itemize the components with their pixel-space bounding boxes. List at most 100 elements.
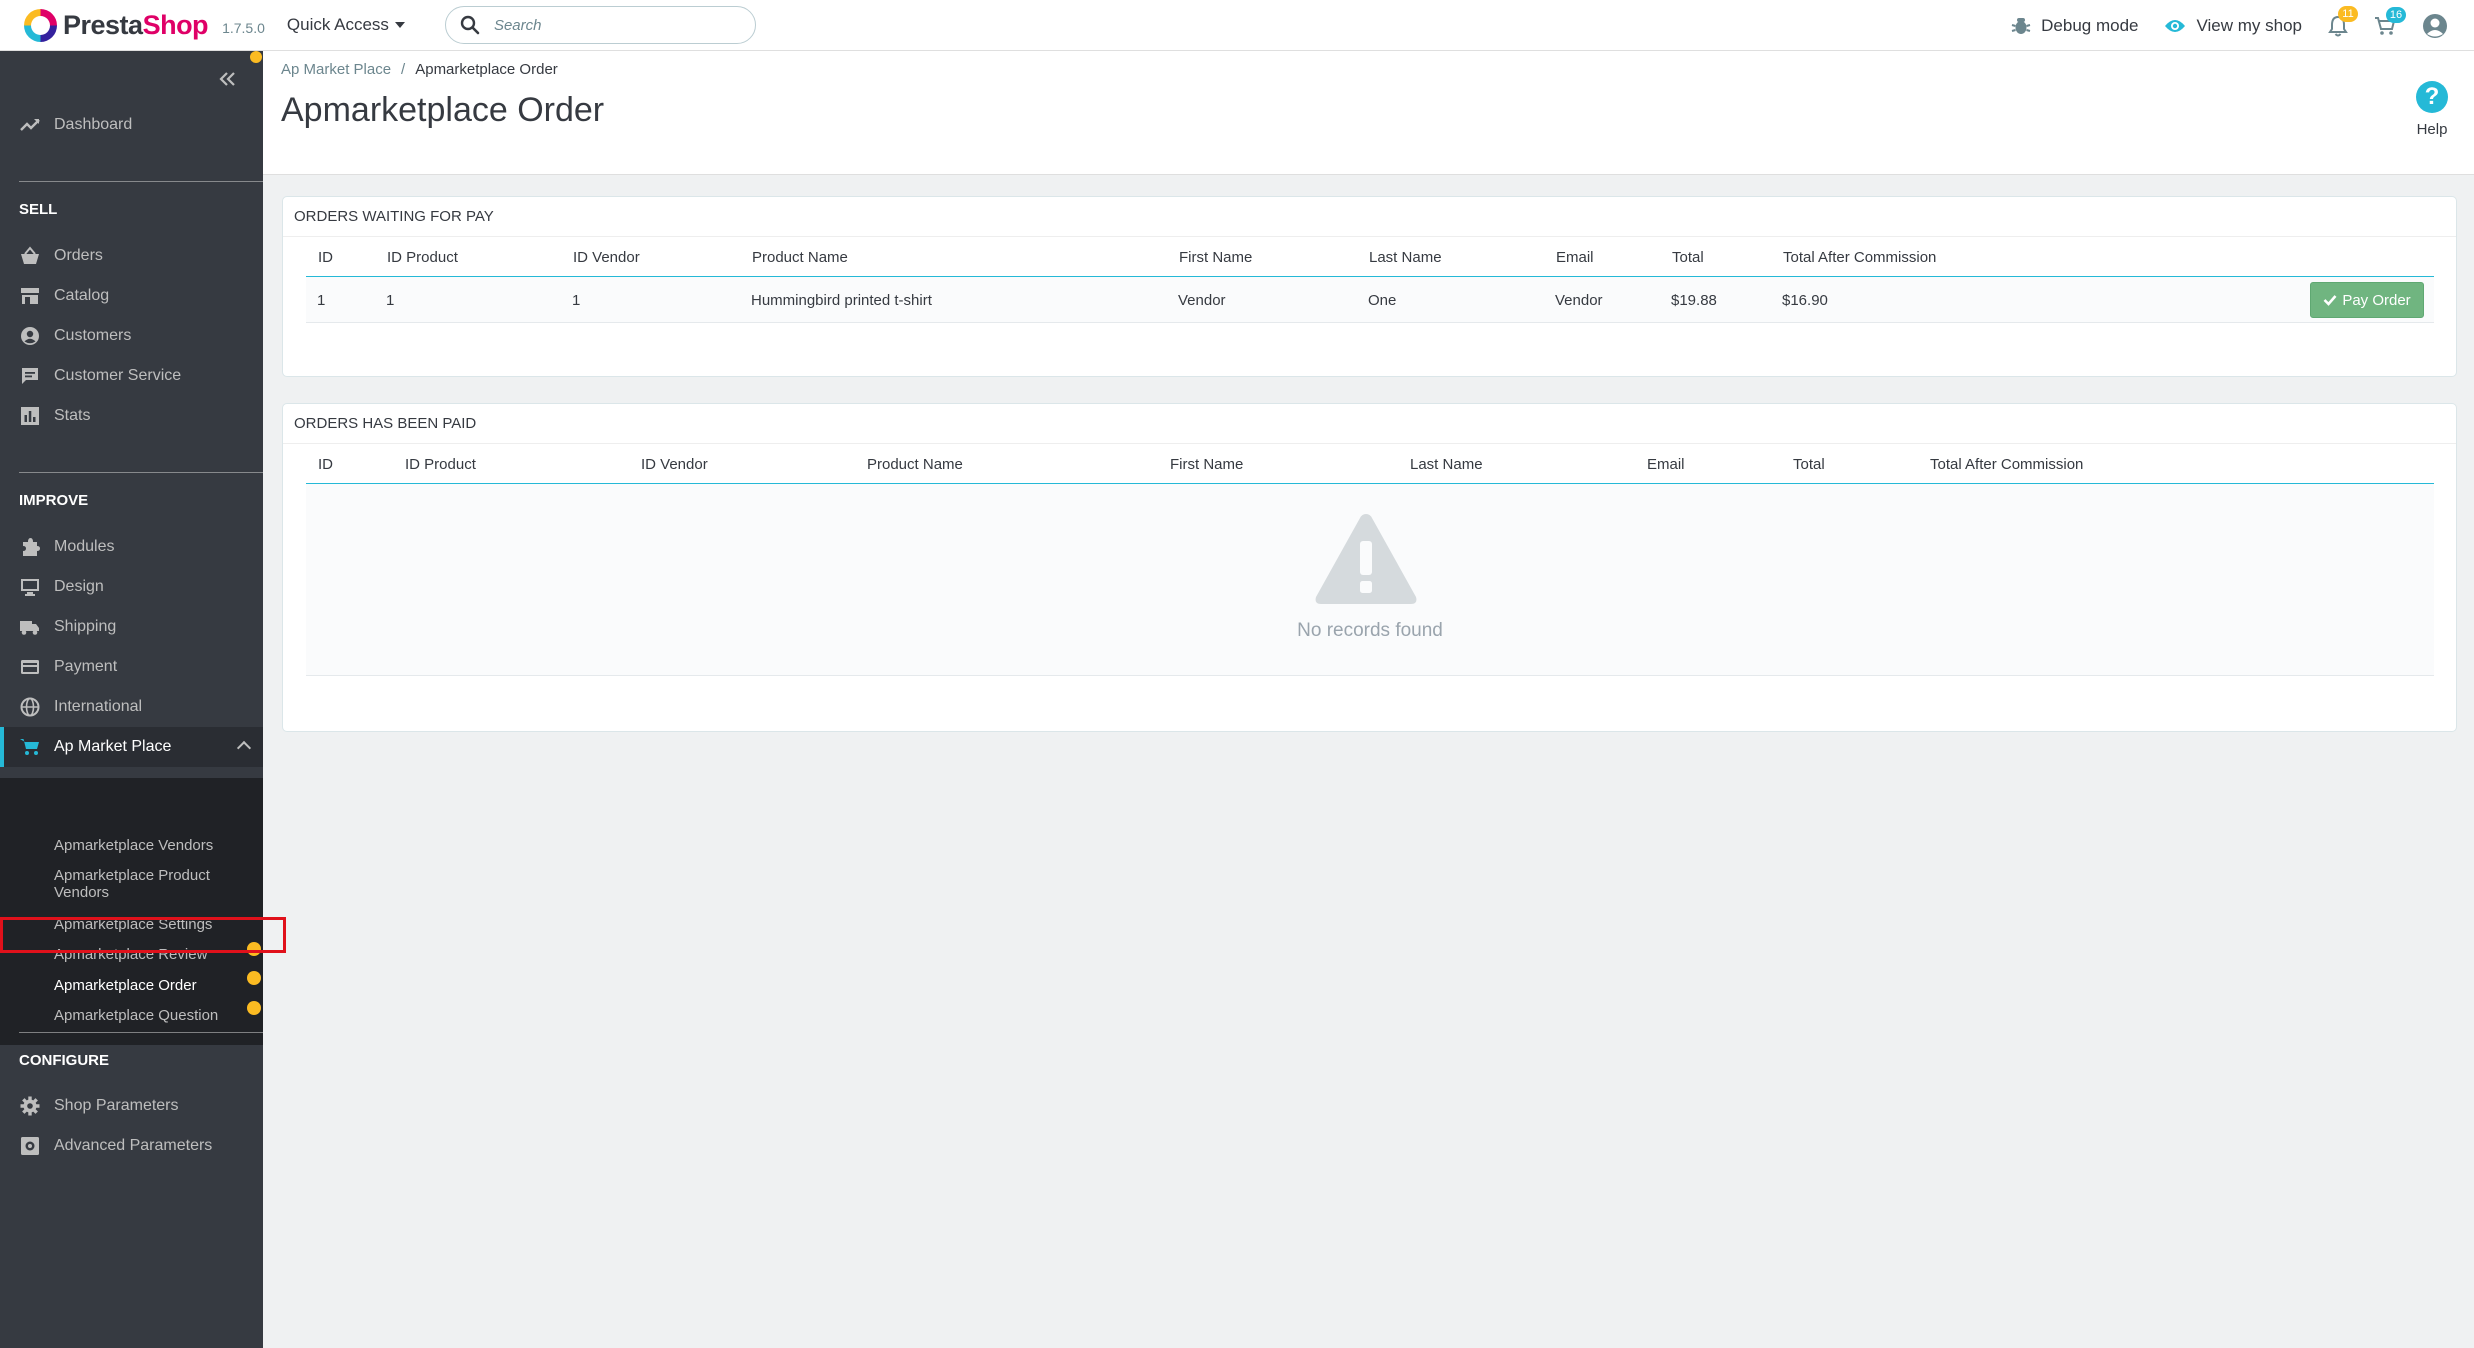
sidebar-item-payment[interactable]: Payment [0, 647, 263, 687]
sidebar-item-orders[interactable]: Orders [0, 236, 263, 276]
cart-badge: 16 [2386, 6, 2406, 23]
sidebar-item-ap-market-place[interactable]: Ap Market Place [0, 727, 263, 767]
page-title: Apmarketplace Order [281, 91, 605, 129]
submenu-item-order[interactable]: Apmarketplace Order [54, 977, 254, 994]
breadcrumb-parent-link[interactable]: Ap Market Place [281, 61, 391, 78]
sell-section-title: SELL [19, 201, 58, 218]
sidebar-item-catalog[interactable]: Catalog [0, 276, 263, 316]
sidebar-item-modules[interactable]: Modules [0, 527, 263, 567]
trending-up-icon [20, 119, 40, 131]
view-my-shop-link[interactable]: View my shop [2164, 16, 2302, 36]
column-header: Total [1672, 249, 1704, 266]
account-circle-icon [21, 327, 39, 345]
chevron-up-icon [236, 740, 252, 756]
search-box[interactable] [444, 6, 756, 44]
prestashop-logo[interactable]: PrestaShop [24, 8, 209, 42]
quick-access-label: Quick Access [286, 15, 389, 34]
sidebar-item-customer-service[interactable]: Customer Service [0, 356, 263, 396]
section-divider [19, 472, 263, 473]
sidebar-item-dashboard[interactable]: Dashboard [0, 105, 263, 145]
configure-section-title: CONFIGURE [19, 1052, 109, 1069]
check-icon [2323, 295, 2337, 306]
submenu-item-vendors[interactable]: Apmarketplace Vendors [54, 837, 254, 854]
quick-access-dropdown[interactable]: Quick Access [287, 15, 405, 35]
help-button[interactable]: ? Help [2416, 81, 2448, 138]
debug-mode-label: Debug mode [2041, 15, 2139, 35]
submenu-item-question[interactable]: Apmarketplace Question [54, 1007, 254, 1024]
column-header: ID [318, 249, 333, 266]
credit-card-icon [21, 660, 39, 674]
column-header: Email [1556, 249, 1594, 266]
cell-id: 1 [317, 292, 326, 309]
page-toolbar: Ap Market Place / Apmarketplace Order Ap… [263, 51, 2474, 175]
sidebar-item-label: Ap Market Place [54, 738, 172, 755]
warning-icon [1315, 514, 1417, 604]
sidebar-item-customers[interactable]: Customers [0, 316, 263, 356]
help-icon: ? [2416, 81, 2448, 113]
account-button[interactable] [2422, 13, 2448, 39]
sidebar-item-advanced-parameters[interactable]: Advanced Parameters [0, 1126, 263, 1166]
column-header: ID Vendor [573, 249, 640, 266]
ap-market-place-submenu: Apmarketplace Vendors Apmarketplace Prod… [0, 778, 263, 1045]
notifications-button[interactable]: 11 [2328, 5, 2358, 37]
no-records-text: No records found [1297, 620, 1443, 641]
bar-chart-icon [21, 407, 39, 425]
improve-section-title: IMPROVE [19, 492, 89, 509]
column-header: ID Vendor [641, 456, 708, 473]
cart-button[interactable]: 16 [2374, 6, 2406, 36]
column-header: Total [1793, 456, 1825, 473]
sidebar-item-shipping[interactable]: Shipping [0, 607, 263, 647]
sidebar-item-label: Customer Service [54, 367, 182, 384]
sidebar-item-label: Modules [54, 538, 115, 555]
pay-order-button[interactable]: Pay Order [2310, 282, 2424, 318]
settings-box-icon [21, 1137, 39, 1155]
submenu-item-product-vendors[interactable]: Apmarketplace Product Vendors [54, 867, 254, 901]
top-header: PrestaShop 1.7.5.0 Quick Access Debug mo… [0, 0, 2474, 51]
cell-email: Vendor [1555, 292, 1603, 309]
sidebar-item-international[interactable]: International [0, 687, 263, 727]
column-header: Product Name [752, 249, 848, 266]
header-actions: Debug mode View my shop 11 16 [2011, 0, 2474, 51]
sidebar-item-stats[interactable]: Stats [0, 396, 263, 436]
sidebar-item-label: Design [54, 578, 104, 595]
column-header: ID [318, 456, 333, 473]
panel-heading: ORDERS WAITING FOR PAY [283, 197, 2456, 237]
column-header: First Name [1179, 249, 1253, 266]
debug-mode-link[interactable]: Debug mode [2011, 16, 2138, 36]
sidebar-item-label: Catalog [54, 287, 110, 304]
cell-product-name: Hummingbird printed t-shirt [751, 292, 932, 309]
sidebar-item-label: Shop Parameters [54, 1097, 179, 1114]
column-header: Total After Commission [1930, 456, 2084, 473]
column-header: Product Name [867, 456, 963, 473]
table-header: ID ID Product ID Vendor Product Name Fir… [306, 237, 2434, 277]
version-label: 1.7.5.0 [222, 20, 265, 36]
sidebar-item-label: Shipping [54, 618, 117, 635]
sidebar-notification-dot [250, 51, 262, 63]
chat-icon [22, 368, 38, 384]
collapse-sidebar-button[interactable] [218, 67, 236, 93]
puzzle-icon [23, 538, 40, 556]
cell-total-after-commission: $16.90 [1782, 292, 1828, 309]
question-notification-dot [247, 1001, 261, 1015]
empty-state: No records found [306, 484, 2434, 676]
sidebar: Dashboard SELL Orders Catalog Customers … [0, 51, 263, 1348]
order-notification-dot [247, 971, 261, 985]
sidebar-item-label: International [54, 698, 143, 715]
sidebar-item-design[interactable]: Design [0, 567, 263, 607]
gear-icon [20, 1096, 40, 1116]
column-header: ID Product [405, 456, 476, 473]
column-header: Total After Commission [1783, 249, 1937, 266]
orders-paid-table: ID ID Product ID Vendor Product Name Fir… [306, 444, 2434, 676]
caret-down-icon [394, 22, 405, 28]
user-circle-icon [2423, 13, 2447, 38]
search-input[interactable] [493, 16, 734, 34]
column-header: First Name [1170, 456, 1244, 473]
cell-total: $19.88 [1671, 292, 1717, 309]
section-divider [19, 181, 263, 182]
prestashop-logo-icon [24, 8, 57, 42]
sidebar-item-shop-parameters[interactable]: Shop Parameters [0, 1086, 263, 1126]
shopping-cart-icon [20, 739, 39, 755]
cell-first-name: Vendor [1178, 292, 1226, 309]
globe-icon [20, 697, 40, 717]
column-header: Last Name [1410, 456, 1483, 473]
